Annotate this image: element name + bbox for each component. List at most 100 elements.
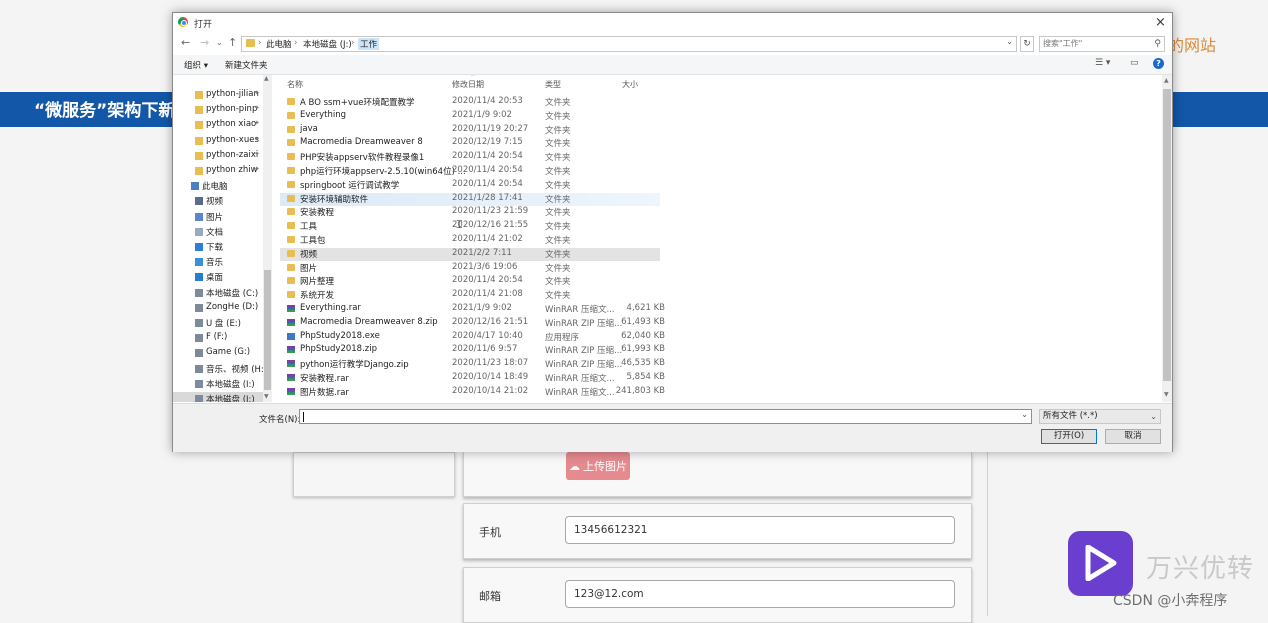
sidebar-item[interactable]: 下载 xyxy=(173,240,263,255)
file-row[interactable]: 工具包 2020/11/4 21:02 文件夹 xyxy=(280,234,660,247)
scrollbar-thumb[interactable] xyxy=(264,270,271,390)
file-row[interactable]: 工具 2020/12/16 21:55 文件夹 xyxy=(280,220,660,233)
file-row[interactable]: Everything 2021/1/9 9:02 文件夹 xyxy=(280,110,660,123)
column-header-size[interactable]: 大小 xyxy=(622,79,638,90)
email-input[interactable]: 123@12.com xyxy=(565,580,955,608)
file-type-select[interactable]: 所有文件 (*.*) ⌄ xyxy=(1039,409,1161,424)
sidebar-item[interactable]: python-jilian ✦ xyxy=(173,88,263,103)
navigation-pane: python-jilian ✦ python-pinp ✦ python xiao ✦ py… xyxy=(173,75,273,402)
folder-icon xyxy=(195,121,203,130)
sidebar-item[interactable]: 此电脑 xyxy=(173,179,263,194)
forward-arrow-icon[interactable]: → xyxy=(200,36,209,49)
sidebar-item[interactable]: F (F:) xyxy=(173,331,263,346)
phone-input[interactable]: 13456612321 xyxy=(565,516,955,544)
open-button[interactable]: 打开(O) xyxy=(1041,429,1097,444)
address-bar[interactable]: › 此电脑 › 本地磁盘 (J:) › 工作 ⌄ xyxy=(241,36,1017,52)
pin-icon: ✦ xyxy=(254,89,260,97)
cancel-button[interactable]: 取消 xyxy=(1105,429,1161,444)
sidebar-item[interactable]: python xiao ✦ xyxy=(173,118,263,133)
sidebar-item[interactable]: Game (G:) xyxy=(173,346,263,361)
sidebar-item[interactable]: 本地磁盘 (C:) xyxy=(173,286,263,301)
sidebar-item[interactable]: 视频 xyxy=(173,194,263,209)
breadcrumb-work[interactable]: 工作 xyxy=(358,38,380,50)
file-row[interactable]: Everything.rar 2021/1/9 9:02 WinRAR 压缩文...… xyxy=(280,303,665,316)
sidebar-item-label: 此电脑 xyxy=(202,182,228,193)
upload-label: 上传图片 xyxy=(583,460,627,473)
file-row[interactable]: PhpStudy2018.zip 2020/11/6 9:57 WinRAR ZIP… xyxy=(280,344,665,357)
sidebar-item-label: python xiao xyxy=(206,119,257,130)
folder-icon xyxy=(246,39,255,47)
file-name: A BO ssm+vue环境配置教学 xyxy=(300,98,415,108)
column-header-date[interactable]: 修改日期 xyxy=(452,79,484,90)
file-name: 网片整理 xyxy=(300,277,335,288)
sidebar-item[interactable]: 文档 xyxy=(173,225,263,240)
view-options-icon[interactable]: ☰ ▾ xyxy=(1095,58,1110,68)
chevron-down-icon[interactable]: ⌄ xyxy=(1006,37,1013,46)
mouse-cursor-icon: ⌶ xyxy=(456,218,463,231)
upload-image-button[interactable]: ☁ 上传图片 xyxy=(566,452,630,480)
search-input[interactable]: 搜索"工作" ⚲ xyxy=(1039,36,1165,52)
refresh-button[interactable]: ↻ xyxy=(1020,36,1034,52)
file-row[interactable]: 图片数据.rar 2020/10/14 21:02 WinRAR 压缩文... 241… xyxy=(280,386,665,399)
file-row[interactable]: 安装教程 2020/11/23 21:59 文件夹 xyxy=(280,206,660,219)
file-row[interactable]: 安装教程.rar 2020/10/14 18:49 WinRAR 压缩文... 5,8… xyxy=(280,372,665,385)
form-row-image xyxy=(463,452,972,497)
file-date: 2020/11/6 9:57 xyxy=(452,344,518,355)
pin-icon: ✦ xyxy=(254,149,260,158)
file-type: WinRAR ZIP 压缩... xyxy=(545,360,623,371)
file-row[interactable]: python运行教学Django.zip 2020/11/23 18:07 WinR… xyxy=(280,358,665,371)
file-row[interactable]: java 2020/11/19 20:27 文件夹 xyxy=(280,124,660,137)
back-arrow-icon[interactable]: ← xyxy=(181,36,190,49)
file-list-scrollbar[interactable]: ▲ ▼ xyxy=(1162,75,1172,402)
nav-pane-scrollbar[interactable]: ▲ ▼ xyxy=(263,75,272,402)
help-icon[interactable]: ? xyxy=(1153,58,1164,69)
chevron-down-icon[interactable]: ⌄ xyxy=(216,38,223,47)
filename-input[interactable]: ⌄ xyxy=(299,409,1032,424)
file-row[interactable]: 系统开发 2020/11/4 21:08 文件夹 xyxy=(280,289,660,302)
sidebar-item[interactable]: ZongHe (D:) xyxy=(173,301,263,316)
file-row[interactable]: springboot 运行调试教学 2020/11/4 20:54 文件夹 xyxy=(280,179,660,192)
sidebar-item[interactable]: 音乐 xyxy=(173,255,263,270)
breadcrumb-drive[interactable]: 本地磁盘 (J:) xyxy=(303,38,352,50)
sidebar-item[interactable]: 桌面 xyxy=(173,270,263,285)
file-name: Macromedia Dreamweaver 8 xyxy=(300,137,423,148)
column-header-type[interactable]: 类型 xyxy=(545,79,561,90)
drive-icon xyxy=(195,364,203,373)
search-icon: ⚲ xyxy=(1154,39,1161,49)
file-row[interactable]: Macromedia Dreamweaver 8.zip 2020/12/16 2… xyxy=(280,317,665,330)
form-row-phone: 手机 13456612321 xyxy=(463,503,972,559)
sidebar-item[interactable]: 本地磁盘 (I:) xyxy=(173,377,263,392)
sidebar-item[interactable]: 本地磁盘 (J:) xyxy=(173,392,263,402)
sidebar-item[interactable]: 音乐、视频 (H:) xyxy=(173,362,267,377)
scroll-up-icon[interactable]: ▲ xyxy=(1164,77,1169,84)
column-header-name[interactable]: 名称 xyxy=(287,79,303,90)
music-icon xyxy=(195,258,203,267)
sidebar-item[interactable]: python zhiw ✦ xyxy=(173,164,263,179)
preview-pane-icon[interactable]: ▭ xyxy=(1130,58,1139,68)
file-row[interactable]: php运行环境appserv-2.5.10(win64位) ... 2020/11… xyxy=(280,165,660,178)
file-row[interactable]: 网片整理 2020/11/4 20:54 文件夹 xyxy=(280,275,660,288)
scroll-down-icon[interactable]: ▼ xyxy=(1164,391,1169,398)
breadcrumb-this-pc[interactable]: 此电脑 xyxy=(266,38,292,50)
sidebar-item[interactable]: python-pinp ✦ xyxy=(173,103,263,118)
sidebar-item[interactable]: python-xues ✦ xyxy=(173,134,263,149)
file-row[interactable]: PhpStudy2018.exe 2020/4/17 10:40 应用程序 62,04… xyxy=(280,331,665,344)
up-arrow-icon[interactable]: ↑ xyxy=(228,36,237,49)
file-row[interactable]: 图片 2021/3/6 19:06 文件夹 xyxy=(280,262,660,275)
sidebar-item-label: python-zaixi xyxy=(206,149,259,160)
scroll-down-icon[interactable]: ▼ xyxy=(264,393,269,400)
sidebar-item[interactable]: python-zaixi ✦ xyxy=(173,149,263,164)
organize-menu[interactable]: 组织 ▾ xyxy=(184,59,208,71)
scrollbar-thumb[interactable] xyxy=(1163,89,1171,381)
file-row[interactable]: PHP安装appserv软件教程录像1 2020/11/4 20:54 文件夹 xyxy=(280,151,660,164)
new-folder-button[interactable]: 新建文件夹 xyxy=(225,59,268,71)
file-row[interactable]: 视频 2021/2/2 7:11 文件夹 xyxy=(280,247,660,261)
scroll-up-icon[interactable]: ▲ xyxy=(264,75,269,82)
chevron-down-icon[interactable]: ⌄ xyxy=(1021,410,1028,419)
sidebar-item[interactable]: U 盘 (E:) xyxy=(173,316,263,331)
sidebar-item[interactable]: 图片 xyxy=(173,210,263,225)
close-button[interactable]: × xyxy=(1155,15,1166,30)
file-row[interactable]: 安装环境辅助软件 2021/1/28 17:41 文件夹 xyxy=(280,192,660,206)
file-row[interactable]: Macromedia Dreamweaver 8 2020/12/19 7:15 文… xyxy=(280,137,660,150)
file-row[interactable]: A BO ssm+vue环境配置教学 2020/11/4 20:53 文件夹 xyxy=(280,96,660,109)
